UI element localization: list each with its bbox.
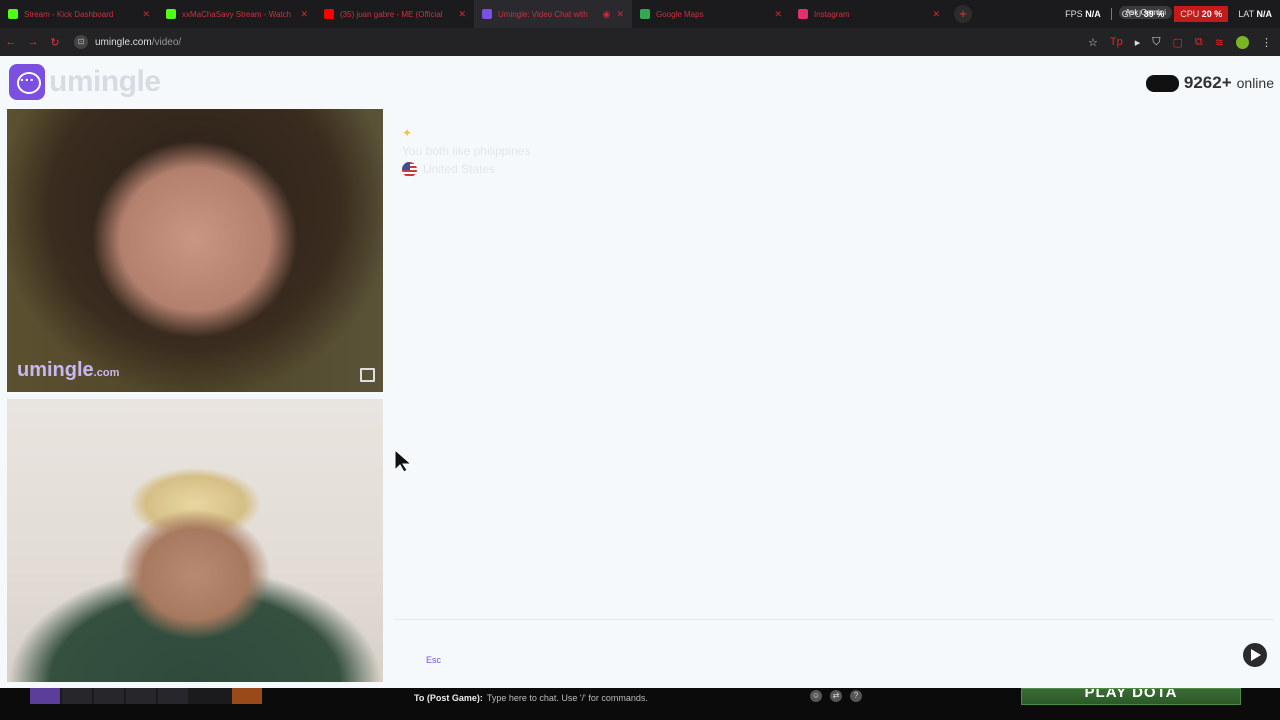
reload-icon[interactable]: ↻ — [44, 36, 66, 49]
close-icon[interactable]: ✕ — [458, 9, 466, 20]
online-counter: 9262+ online — [1145, 73, 1274, 93]
game-chat-input[interactable]: To (Post Game): Type here to chat. Use '/… — [414, 693, 648, 703]
profile-avatar[interactable] — [1236, 35, 1249, 49]
chat-messages: ✦ You both like philippines United State… — [402, 124, 530, 178]
bookmark-star-icon[interactable]: ☆ — [1088, 36, 1098, 49]
translate-icon[interactable]: ⇄ — [830, 690, 842, 702]
kick-icon — [166, 9, 176, 19]
close-icon[interactable]: ✕ — [300, 9, 308, 20]
tab-title: Instagram — [814, 9, 850, 19]
url-text: umingle.com/video/ — [95, 36, 182, 48]
tab-title: xxMaChaSavy Stream - Watch — [182, 9, 292, 19]
play-dota-button[interactable]: PLAY DOTA — [1021, 688, 1241, 705]
url-field[interactable]: ⊡ umingle.com/video/ — [74, 35, 181, 49]
extension-icon[interactable]: Tp — [1110, 36, 1123, 48]
tab-title: Google Maps — [656, 9, 704, 19]
gpu-stat: GPU 39 % — [1121, 9, 1165, 19]
stranger-video: umingle.com — [7, 109, 383, 392]
tab-kick-dashboard[interactable]: Stream - Kick Dashboard ✕ — [0, 0, 158, 28]
tab-google-maps[interactable]: Google Maps ✕ — [632, 0, 790, 28]
game-hud-bar: To (Post Game): Type here to chat. Use '/… — [0, 688, 1280, 720]
site-info-icon[interactable]: ⊡ — [74, 35, 88, 49]
emoji-icon[interactable]: ☺ — [810, 690, 822, 702]
chat-message: United States — [402, 160, 530, 178]
back-icon[interactable]: ← — [0, 36, 22, 48]
tab-title: Stream - Kick Dashboard — [24, 9, 114, 19]
online-label: online — [1236, 75, 1274, 91]
maps-pin-icon — [640, 9, 650, 19]
hero-portrait — [94, 688, 124, 704]
new-tab-button[interactable]: + — [954, 5, 972, 23]
self-video — [7, 399, 383, 682]
youtube-icon — [324, 9, 334, 19]
online-count: 9262+ — [1183, 73, 1232, 92]
extensions-toolbar: ☆ Tp ▸ ⛉ ▢ ⧉ ≋ ⋮ — [1088, 28, 1272, 56]
chat-message: You both like philippines — [402, 144, 531, 158]
chat-divider — [394, 619, 1274, 620]
tab-title: (35) juan gabre - ME (Official — [340, 9, 443, 19]
tab-kick-stream[interactable]: xxMaChaSavy Stream - Watch ✕ — [158, 0, 316, 28]
extension-icon[interactable]: ≋ — [1215, 36, 1224, 49]
forward-icon[interactable]: → — [22, 36, 44, 48]
umingle-watermark: umingle.com — [17, 359, 120, 381]
hero-portrait — [158, 688, 188, 704]
extension-icon[interactable]: ▢ — [1173, 36, 1183, 49]
tab-youtube[interactable]: (35) juan gabre - ME (Official ✕ — [316, 0, 474, 28]
divider — [1110, 8, 1112, 20]
menu-icon[interactable]: ⋮ — [1261, 36, 1272, 49]
report-flag-icon[interactable] — [360, 368, 375, 382]
umingle-icon — [482, 9, 492, 19]
hero-portraits — [30, 688, 262, 704]
lat-stat: LAT N/A — [1238, 9, 1272, 19]
logo-text: umingle — [49, 65, 161, 98]
instagram-icon — [798, 9, 808, 19]
hero-portrait — [30, 688, 60, 704]
extension-icon[interactable]: ⧉ — [1195, 36, 1203, 49]
cpu-stat: CPU 20 % — [1174, 6, 1229, 22]
hero-portrait — [126, 688, 156, 704]
umingle-page: umingle 9262+ online umingle.com ✦ You b… — [0, 56, 1280, 688]
esc-hint[interactable]: Esc — [426, 655, 441, 665]
logo[interactable]: umingle — [9, 64, 161, 100]
performance-overlay: FPS N/A GPU 39 % CPU 20 % LAT N/A — [1065, 0, 1272, 28]
help-icon[interactable]: ? — [850, 690, 862, 702]
online-indicator — [1145, 74, 1179, 92]
sparkle-icon: ✦ — [402, 126, 413, 140]
fps-stat: FPS N/A — [1065, 9, 1101, 19]
tab-instagram[interactable]: Instagram ✕ — [790, 0, 948, 28]
close-icon[interactable]: ✕ — [932, 9, 940, 20]
play-icon[interactable]: ▸ — [1135, 36, 1141, 49]
kick-icon — [8, 9, 18, 19]
hero-portrait — [232, 688, 262, 704]
close-icon[interactable]: ✕ — [616, 9, 624, 20]
tab-umingle[interactable]: Umingle: Video Chat with ◉ ✕ — [474, 0, 632, 28]
us-flag-icon — [402, 161, 417, 177]
tab-title: Umingle: Video Chat with — [498, 9, 588, 19]
send-button[interactable] — [1243, 643, 1267, 667]
chat-message: ✦ — [402, 124, 530, 142]
game-chat-icons: ☺ ⇄ ? — [810, 690, 862, 702]
close-icon[interactable]: ✕ — [774, 9, 782, 20]
shield-icon[interactable]: ⛉ — [1152, 36, 1160, 49]
chat-bubble-icon — [9, 64, 45, 100]
record-icon: ◉ — [602, 8, 611, 19]
hero-portrait — [62, 688, 92, 704]
close-icon[interactable]: ✕ — [142, 9, 150, 20]
